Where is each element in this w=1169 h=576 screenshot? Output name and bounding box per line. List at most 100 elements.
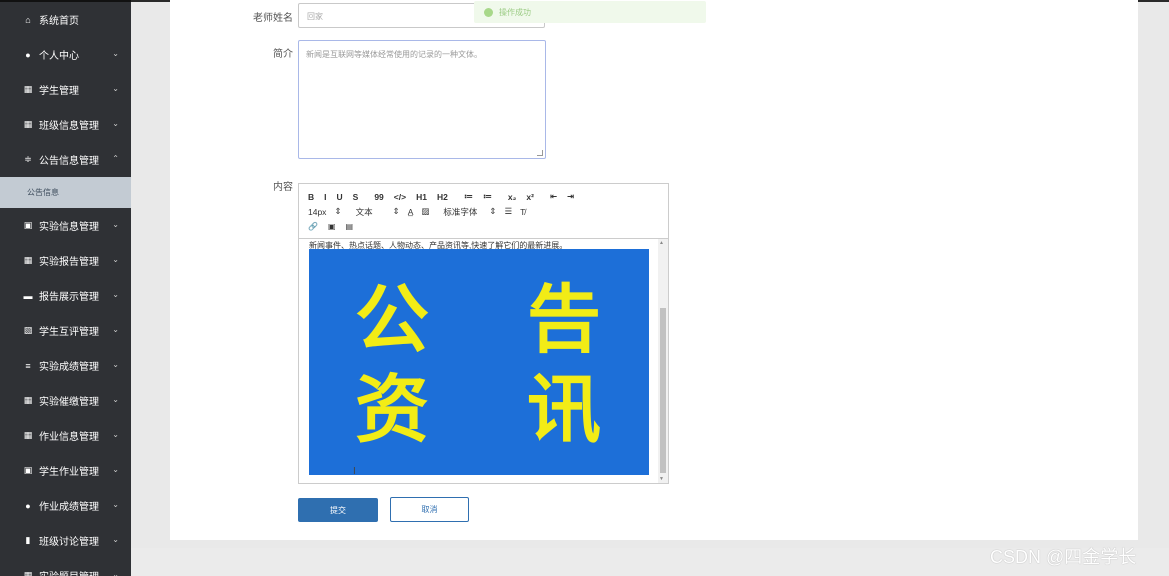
font-family-select[interactable]: 标准字体 (443, 206, 477, 218)
sidebar-item-label: 个人中心 (39, 51, 79, 62)
chevron-down-icon: ⌄ (112, 49, 119, 58)
sidebar-item[interactable]: ● 个人中心 ⌄ (0, 37, 131, 72)
scroll-up-icon[interactable]: ▲ (659, 240, 664, 246)
grid-icon: ▦ (23, 119, 33, 129)
text-color-icon[interactable]: A̲ (408, 207, 414, 217)
grid-icon: ▦ (23, 395, 33, 405)
image-icon[interactable]: ▣ (328, 222, 336, 231)
sidebar-item[interactable]: ▮ 班级讨论管理 ⌄ (0, 523, 131, 558)
clipboard-icon: ▣ (23, 465, 33, 475)
sidebar-item[interactable]: ▣ 学生作业管理 ⌄ (0, 453, 131, 488)
sidebar-item-label: 班级讨论管理 (39, 537, 99, 548)
editor-toolbar: B I U S 99 </> H1 H2 ≔ ≔ x₂ x² ⇤ ⇥ 14px ⇕ 文本 ⇕ A̲ ▨ 标… (299, 184, 668, 239)
sidebar-item-label: 学生管理 (39, 86, 79, 97)
outdent-icon[interactable]: ⇤ (550, 191, 557, 202)
clear-format-icon[interactable]: T̸ (520, 207, 525, 217)
italic-icon[interactable]: I (324, 192, 326, 202)
toast-message: 操作成功 (499, 7, 531, 17)
sidebar-item[interactable]: ≡ 实验成绩管理 ⌄ (0, 348, 131, 383)
intro-textarea[interactable]: 新闻是互联网等媒体经常使用的记录的一种文体。 (298, 40, 546, 159)
link-icon[interactable]: 🔗 (308, 222, 318, 231)
sidebar-item-label: 班级信息管理 (39, 121, 99, 132)
sidebar-item-label: 公告信息管理 (39, 156, 99, 167)
code-icon[interactable]: </> (394, 192, 406, 202)
subscript-icon[interactable]: x₂ (508, 192, 517, 202)
background-color-icon[interactable]: ▨ (421, 206, 429, 217)
sidebar-item[interactable]: ▦ 实验题目管理 ⌄ (0, 558, 131, 576)
sidebar-item[interactable]: ▦ 学生管理 ⌄ (0, 72, 131, 107)
announcement-image: 公 告 资 讯 (309, 249, 649, 475)
sidebar: ⌂ 系统首页 ● 个人中心 ⌄ ▦ 学生管理 ⌄ ▦ 班级信息管理 ⌄ ≑ 公告信息管理 ⌃ 公告信息 ▣ 实验… (0, 0, 131, 576)
text-cursor-icon: I (353, 466, 356, 477)
banner-char: 讯 (527, 367, 601, 453)
monitor-icon: ▬ (23, 290, 33, 301)
sidebar-item[interactable]: ▦ 实验催缴管理 ⌄ (0, 383, 131, 418)
sidebar-item[interactable]: ▦ 实验报告管理 ⌄ (0, 243, 131, 278)
superscript-icon[interactable]: x² (526, 192, 534, 202)
editor-scrollbar[interactable]: ▲ ▼ (658, 239, 668, 483)
indent-icon[interactable]: ⇥ (567, 191, 574, 202)
bullet-list-icon[interactable]: ≔ (483, 191, 492, 202)
grid-icon: ▦ (23, 570, 33, 576)
sidebar-item[interactable]: ▧ 学生互评管理 ⌄ (0, 313, 131, 348)
grid-icon: ▦ (23, 430, 33, 440)
scrollbar-thumb[interactable] (660, 308, 666, 473)
watermark: CSDN @四金学长 (990, 547, 1137, 567)
sidebar-item[interactable]: ▦ 作业信息管理 ⌄ (0, 418, 131, 453)
chevron-down-icon: ⌄ (112, 325, 119, 334)
quote-icon[interactable]: 99 (374, 192, 383, 202)
sidebar-item-label: 作业成绩管理 (39, 502, 99, 513)
cancel-button[interactable]: 取消 (390, 497, 469, 522)
chart-icon: ▧ (23, 325, 33, 335)
list-icon: ≡ (25, 360, 31, 371)
select-arrow-icon[interactable]: ⇕ (334, 206, 341, 217)
chevron-down-icon: ⌄ (112, 465, 119, 474)
teacher-name-label: 老师姓名 (253, 13, 293, 24)
font-size-select[interactable]: 14px (308, 207, 326, 217)
toolbar-row-insert: 🔗 ▣ ▤ (308, 219, 659, 234)
chevron-down-icon: ⌄ (112, 570, 119, 576)
format-select[interactable]: 文本 (356, 206, 373, 218)
sidebar-item[interactable]: ⌂ 系统首页 (0, 2, 131, 37)
success-toast: 操作成功 (474, 1, 706, 23)
resize-grip-icon[interactable] (537, 150, 543, 156)
user-icon: ● (25, 49, 31, 60)
sidebar-item[interactable]: ▣ 实验信息管理 ⌄ (0, 208, 131, 243)
chevron-down-icon: ⌄ (112, 395, 119, 404)
chevron-down-icon: ⌄ (112, 430, 119, 439)
bold-icon[interactable]: B (308, 192, 314, 202)
sidebar-item-label: 报告展示管理 (39, 292, 99, 303)
select-arrow-icon[interactable]: ⇕ (489, 206, 496, 217)
sidebar-item[interactable]: ● 作业成绩管理 ⌄ (0, 488, 131, 523)
toolbar-row-formatting: B I U S 99 </> H1 H2 ≔ ≔ x₂ x² ⇤ ⇥ (308, 189, 659, 204)
sidebar-item[interactable]: ≑ 公告信息管理 ⌃ (0, 142, 131, 177)
sidebar-item-label: 学生互评管理 (39, 327, 99, 338)
banner-char: 公 (355, 277, 429, 363)
banner-char: 告 (527, 277, 601, 363)
sidebar-item[interactable]: ▦ 班级信息管理 ⌄ (0, 107, 131, 142)
sidebar-item[interactable]: ▬ 报告展示管理 ⌄ (0, 278, 131, 313)
sidebar-item-label: 系统首页 (39, 16, 79, 27)
underline-icon[interactable]: U (337, 192, 343, 202)
ordered-list-icon[interactable]: ≔ (464, 191, 473, 202)
editor-content[interactable]: 新闻事件、热点话题、人物动态、产品资讯等,快速了解它们的最新进展。 公 告 资 … (299, 239, 668, 483)
strike-icon[interactable]: S (353, 192, 359, 202)
chevron-down-icon: ⌄ (112, 119, 119, 128)
scroll-down-icon[interactable]: ▼ (659, 476, 664, 482)
sidebar-subitem-announcement[interactable]: 公告信息 (0, 177, 131, 208)
sidebar-item-label: 学生作业管理 (39, 467, 99, 478)
grid-icon: ▦ (23, 84, 33, 94)
heading2-icon[interactable]: H2 (437, 192, 448, 202)
chevron-down-icon: ⌄ (112, 535, 119, 544)
select-arrow-icon[interactable]: ⇕ (393, 206, 400, 217)
sliders-icon: ≑ (24, 154, 32, 164)
rich-text-editor[interactable]: B I U S 99 </> H1 H2 ≔ ≔ x₂ x² ⇤ ⇥ 14px ⇕ 文本 ⇕ A̲ ▨ 标… (298, 183, 669, 484)
chevron-up-icon: ⌃ (112, 154, 119, 163)
sidebar-item-label: 作业信息管理 (39, 432, 99, 443)
align-icon[interactable]: ☰ (505, 206, 513, 217)
video-icon[interactable]: ▤ (346, 222, 354, 231)
bars-icon: ▮ (25, 535, 31, 545)
heading1-icon[interactable]: H1 (416, 192, 427, 202)
submit-button[interactable]: 提交 (298, 498, 378, 522)
home-icon: ⌂ (25, 14, 31, 25)
